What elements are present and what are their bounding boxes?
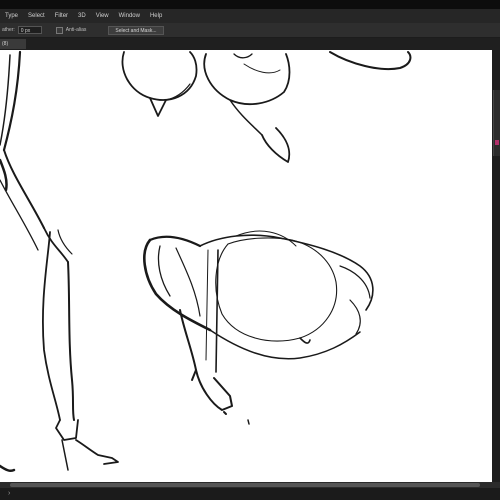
top-figures-sketch bbox=[121, 51, 412, 163]
menu-type[interactable]: Type bbox=[0, 9, 23, 23]
antialias-label: Anti-alias bbox=[65, 27, 87, 33]
status-arrow-icon[interactable]: › bbox=[8, 489, 10, 499]
menu-help[interactable]: Help bbox=[145, 9, 167, 23]
antialias-checkbox[interactable] bbox=[55, 26, 63, 34]
menu-bar: Type Select Filter 3D View Window Help bbox=[0, 9, 500, 23]
select-and-mask-button[interactable]: Select and Mask... bbox=[108, 25, 164, 35]
drawing-canvas[interactable] bbox=[0, 50, 492, 482]
document-tab[interactable]: (8) bbox=[0, 39, 26, 49]
title-bar bbox=[0, 0, 500, 9]
menu-select[interactable]: Select bbox=[23, 9, 50, 23]
horizontal-scrollbar-thumb[interactable] bbox=[10, 483, 480, 487]
panel-color-indicator bbox=[495, 140, 499, 145]
status-bar bbox=[0, 488, 500, 500]
menu-view[interactable]: View bbox=[91, 9, 114, 23]
menu-3d[interactable]: 3D bbox=[73, 9, 91, 23]
standing-figure-sketch bbox=[0, 50, 119, 471]
document-tab-bar: (8) bbox=[0, 38, 500, 50]
menu-filter[interactable]: Filter bbox=[50, 9, 73, 23]
menu-window[interactable]: Window bbox=[114, 9, 145, 23]
edge-sketch-fragment bbox=[0, 464, 16, 473]
sketch-drawing bbox=[0, 50, 412, 473]
options-bar: ather: 0 px Anti-alias Select and Mask..… bbox=[0, 23, 500, 38]
layers-panel-fragment[interactable] bbox=[493, 90, 500, 156]
crouching-figure-sketch bbox=[143, 230, 374, 425]
feather-input[interactable]: 0 px bbox=[17, 26, 42, 34]
feather-label: ather: bbox=[2, 27, 15, 33]
